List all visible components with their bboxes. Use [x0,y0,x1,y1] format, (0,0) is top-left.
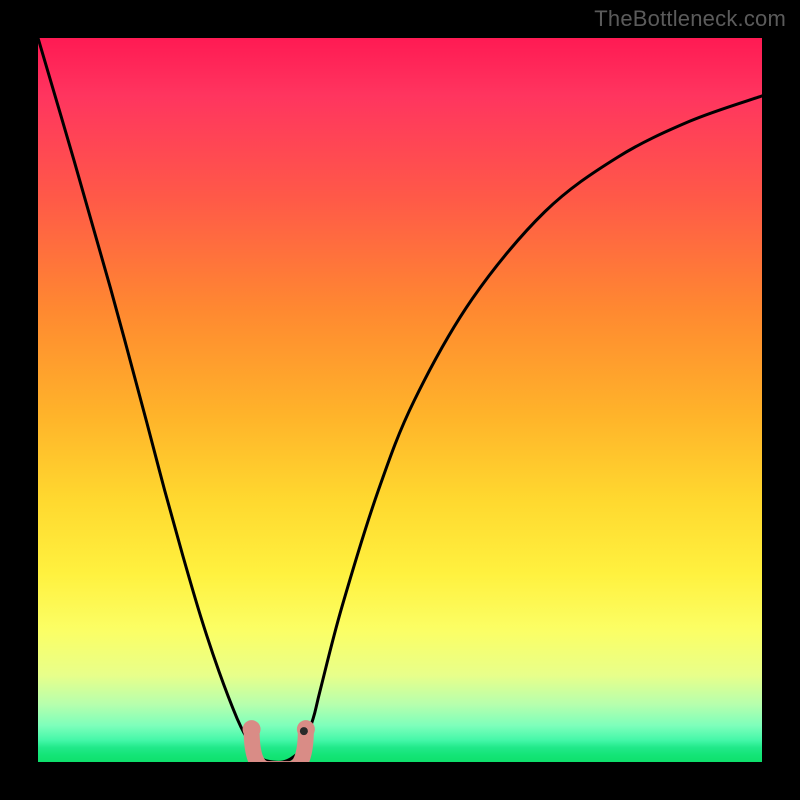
watermark-text: TheBottleneck.com [594,6,786,32]
plot-area [38,38,762,762]
bottleneck-curve [38,38,762,762]
plateau-cap-left [243,720,261,738]
plateau-marker [243,720,315,762]
curve-path [38,38,762,762]
plateau-dot [300,727,308,735]
plateau-sausage [252,729,306,762]
curve-layer [38,38,762,762]
chart-frame: TheBottleneck.com [0,0,800,800]
